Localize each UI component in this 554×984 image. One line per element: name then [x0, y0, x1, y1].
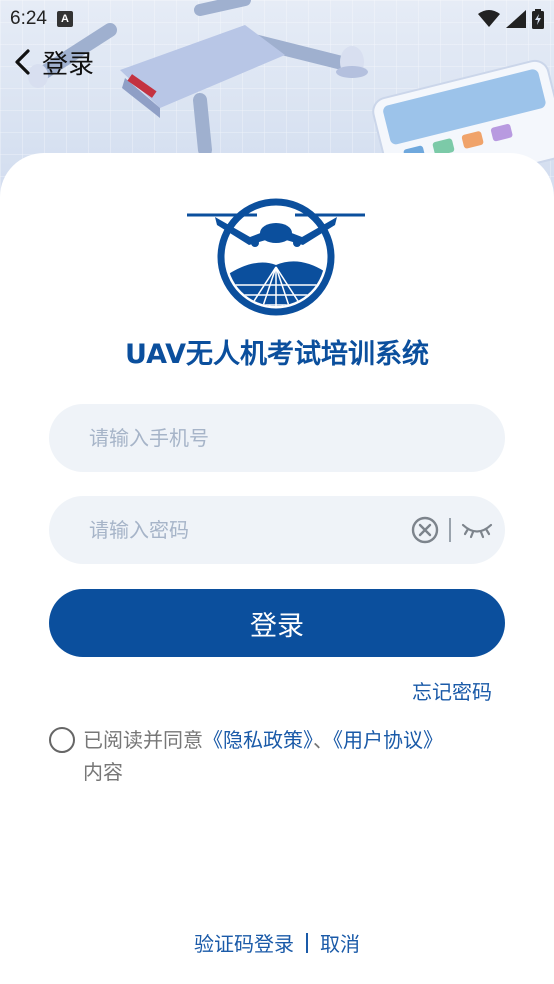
app-title: UAV无人机考试培训系统: [124, 339, 430, 370]
code-login-link[interactable]: 验证码登录: [194, 928, 294, 957]
bottom-separator: [306, 932, 308, 953]
eye-closed-icon[interactable]: [461, 520, 493, 540]
agreement-text: 已阅读并同意《隐私政策》、《用户协议》 内容: [83, 724, 443, 788]
battery-icon: [532, 9, 544, 29]
password-field[interactable]: [49, 496, 505, 564]
forgot-password-link[interactable]: 忘记密码: [412, 676, 492, 705]
privacy-policy-link[interactable]: 《隐私政策》: [203, 728, 313, 752]
password-tools: [411, 496, 493, 564]
tools-divider: [449, 518, 451, 542]
notification-icon: A: [56, 11, 73, 27]
clear-icon[interactable]: [411, 516, 439, 544]
agreement-prefix: 已阅读并同意: [83, 728, 203, 752]
wifi-icon: [478, 10, 500, 27]
agreement-row: 已阅读并同意《隐私政策》、《用户协议》 内容: [49, 724, 509, 788]
agreement-suffix: 内容: [83, 760, 123, 784]
agreement-joiner: 、: [313, 728, 333, 752]
uav-logo-icon: [187, 198, 365, 316]
bottom-links: 验证码登录 取消: [0, 928, 554, 957]
status-bar: 6:24 A: [0, 0, 554, 38]
nav-bar: 登录: [12, 40, 94, 84]
cancel-link[interactable]: 取消: [320, 928, 360, 957]
login-button[interactable]: 登录: [49, 589, 505, 657]
user-agreement-link[interactable]: 《用户协议》: [333, 728, 443, 752]
phone-field[interactable]: [49, 404, 505, 472]
nav-title: 登录: [42, 49, 95, 80]
signal-icon: [506, 10, 526, 28]
phone-input[interactable]: [87, 425, 391, 451]
status-time: 6:24: [10, 8, 47, 29]
back-arrow-icon[interactable]: [12, 49, 34, 75]
agreement-radio[interactable]: [49, 727, 75, 753]
password-input[interactable]: [87, 517, 391, 543]
